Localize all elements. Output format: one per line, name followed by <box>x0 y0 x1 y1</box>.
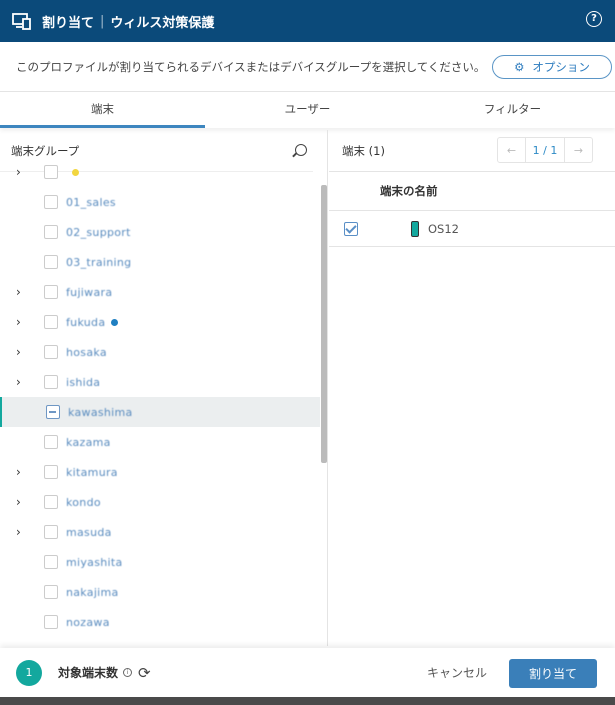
list-item[interactable]: 02_support <box>0 217 320 247</box>
list-item[interactable]: › masuda <box>0 517 320 547</box>
group-name: 02_support <box>66 225 131 239</box>
list-item[interactable]: › fujiwara <box>0 277 320 307</box>
search-icon[interactable] <box>295 144 307 156</box>
list-item[interactable]: nozawa <box>0 607 320 637</box>
list-item[interactable]: › kondo <box>0 487 320 517</box>
group-checkbox[interactable] <box>44 555 58 569</box>
group-checkbox[interactable] <box>44 435 58 449</box>
list-item[interactable]: › kitamura <box>0 457 320 487</box>
group-list: › 01_sales 02_support 03_training › fujiwara ›… <box>0 157 320 637</box>
refresh-icon[interactable]: ⟳ <box>138 664 151 682</box>
list-item[interactable]: miyashita <box>0 547 320 577</box>
group-checkbox[interactable] <box>44 285 58 299</box>
title-separator: | <box>100 13 105 29</box>
chevron-right-icon[interactable]: › <box>0 165 44 179</box>
gear-icon: ⚙ <box>514 60 525 74</box>
page-indicator: 1 / 1 <box>525 138 565 162</box>
tab-devices[interactable]: 端末 <box>0 92 205 128</box>
options-label: オプション <box>532 60 590 74</box>
column-header-device-name[interactable]: 端末の名前 <box>329 172 615 211</box>
group-name: kazama <box>66 435 111 449</box>
tab-filter[interactable]: フィルター <box>410 92 615 128</box>
dialog-footer: 1 対象端末数 i ⟳ キャンセル 割り当て <box>0 648 615 697</box>
instruction-bar: このプロファイルが割り当てられるデバイスまたはデバイスグループを選択してください… <box>0 42 615 92</box>
chevron-right-icon[interactable]: › <box>0 375 44 389</box>
group-checkbox[interactable] <box>44 525 58 539</box>
table-row[interactable]: OS12 <box>329 211 615 247</box>
devices-icon <box>12 13 31 30</box>
group-name: ishida <box>66 375 101 389</box>
chevron-right-icon[interactable]: › <box>0 465 44 479</box>
tab-users[interactable]: ユーザー <box>205 92 410 128</box>
group-name: nozawa <box>66 615 110 629</box>
status-dot-icon <box>72 168 79 176</box>
group-checkbox[interactable] <box>44 225 58 239</box>
group-name: fukuda <box>66 315 106 329</box>
group-name: kondo <box>66 495 101 509</box>
group-checkbox[interactable] <box>44 585 58 599</box>
chevron-right-icon[interactable]: › <box>0 285 44 299</box>
group-name: fujiwara <box>66 285 113 299</box>
device-panel: 端末 (1) ← 1 / 1 → 端末の名前 OS12 <box>329 130 615 646</box>
assign-button[interactable]: 割り当て <box>509 659 597 688</box>
group-checkbox[interactable] <box>44 375 58 389</box>
group-checkbox[interactable] <box>44 165 58 179</box>
device-group-panel: 端末グループ › 01_sales 02_support 03_training › fu… <box>0 130 328 646</box>
list-item[interactable]: › <box>0 157 320 187</box>
device-checkbox[interactable] <box>344 221 358 236</box>
chevron-right-icon[interactable]: › <box>0 315 44 329</box>
group-name: 03_training <box>66 255 132 269</box>
device-panel-title: 端末 (1) <box>342 143 385 158</box>
list-item[interactable]: kazama <box>0 427 320 457</box>
background-overlay <box>0 697 615 705</box>
next-page-button[interactable]: → <box>565 138 592 162</box>
group-checkbox[interactable] <box>46 405 60 419</box>
dialog-title: 割り当て <box>42 15 95 31</box>
target-count-label: 対象端末数 <box>58 666 119 680</box>
instruction-text: このプロファイルが割り当てられるデバイスまたはデバイスグループを選択してください… <box>16 59 486 74</box>
group-checkbox[interactable] <box>44 255 58 269</box>
cancel-button[interactable]: キャンセル <box>427 664 487 681</box>
group-name: kawashima <box>68 405 133 419</box>
scrollbar[interactable] <box>321 185 327 463</box>
question-circle-icon[interactable]: ? <box>586 11 602 27</box>
group-name: miyashita <box>66 555 123 569</box>
chevron-right-icon[interactable]: › <box>0 345 44 359</box>
list-item[interactable]: kawashima <box>0 397 320 427</box>
group-checkbox[interactable] <box>44 495 58 509</box>
device-name: OS12 <box>428 221 459 236</box>
list-item[interactable]: › ishida <box>0 367 320 397</box>
info-icon[interactable]: i <box>123 668 133 677</box>
group-name: kitamura <box>66 465 118 479</box>
list-item[interactable]: 03_training <box>0 247 320 277</box>
group-checkbox[interactable] <box>44 195 58 209</box>
chevron-right-icon[interactable]: › <box>0 495 44 509</box>
group-name: nakajima <box>66 585 119 599</box>
tab-bar: 端末 ユーザー フィルター <box>0 92 615 128</box>
count-badge: 1 <box>16 659 42 686</box>
group-checkbox[interactable] <box>44 315 58 329</box>
options-button[interactable]: ⚙ オプション <box>492 55 612 79</box>
list-item[interactable]: 01_sales <box>0 187 320 217</box>
dialog-header: 割り当て | ウィルス対策保護 ? <box>0 0 615 42</box>
list-item[interactable]: › hosaka <box>0 337 320 367</box>
status-dot-icon <box>111 318 119 326</box>
group-name: hosaka <box>66 345 107 359</box>
group-name: masuda <box>66 525 112 539</box>
phone-icon <box>411 220 419 237</box>
pager: ← 1 / 1 → <box>497 137 593 163</box>
dialog-subtitle: ウィルス対策保護 <box>110 15 215 31</box>
list-item[interactable]: nakajima <box>0 577 320 607</box>
chevron-right-icon[interactable]: › <box>0 525 44 539</box>
group-checkbox[interactable] <box>44 345 58 359</box>
device-panel-header: 端末 (1) ← 1 / 1 → <box>329 130 615 172</box>
group-checkbox[interactable] <box>44 615 58 629</box>
group-checkbox[interactable] <box>44 465 58 479</box>
group-name: 01_sales <box>66 195 116 209</box>
prev-page-button[interactable]: ← <box>498 138 525 162</box>
list-item[interactable]: › fukuda <box>0 307 320 337</box>
